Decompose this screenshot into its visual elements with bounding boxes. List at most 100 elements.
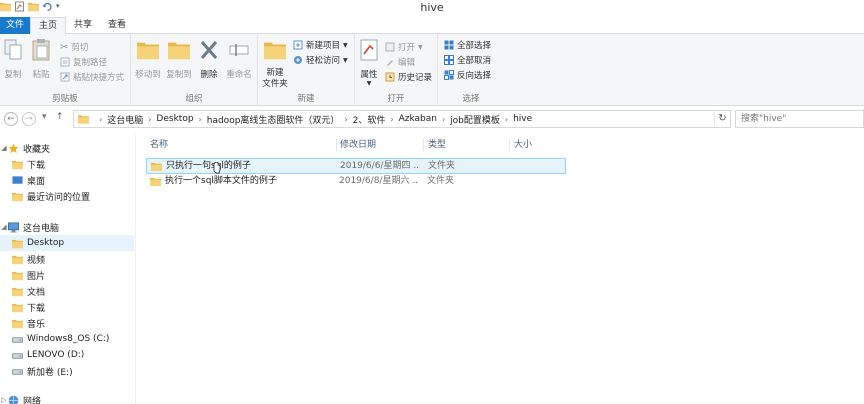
chevron-right-icon: › bbox=[441, 114, 446, 124]
table-row[interactable]: 只执行一句sql的例子 2019/6/6/星期四 ... 文件夹 bbox=[146, 158, 566, 174]
clipboard-group: 复制 粘贴 ✂ 剪切 复制路径 粘贴快捷方式 剪贴板 bbox=[0, 34, 131, 106]
back-button[interactable]: ← bbox=[4, 112, 18, 126]
tab-view[interactable]: 查看 bbox=[100, 17, 134, 34]
desktop-icon bbox=[12, 175, 23, 184]
breadcrumb-hive[interactable]: hive bbox=[513, 114, 532, 124]
paste-shortcut-button[interactable]: 粘贴快捷方式 bbox=[60, 71, 124, 83]
nav-item-drive-d[interactable]: LENOVO (D:) bbox=[0, 347, 134, 363]
breadcrumb-hadoop[interactable]: hadoop离线生态圈软件（双元） bbox=[207, 113, 340, 126]
open-group-label: 打开 bbox=[387, 94, 405, 104]
clipboard-group-label: 剪贴板 bbox=[52, 94, 78, 104]
easy-access-button[interactable]: 轻松访问 ▼ bbox=[293, 54, 348, 66]
folder-icon bbox=[151, 162, 162, 171]
delete-button[interactable]: 删除 bbox=[197, 38, 221, 80]
chevron-down-icon: ◢ bbox=[1, 223, 7, 231]
rename-button[interactable]: 重命名 bbox=[224, 38, 254, 80]
copy-path-icon bbox=[60, 57, 70, 67]
select-none-button[interactable]: 全部取消 bbox=[444, 54, 491, 66]
chevron-right-icon: › bbox=[99, 114, 103, 124]
cut-button[interactable]: ✂ 剪切 bbox=[60, 41, 88, 54]
recent-locations-icon[interactable]: ▾ bbox=[42, 112, 47, 122]
breadcrumb-job-templates[interactable]: job配置模板 bbox=[450, 113, 500, 126]
column-header-name[interactable]: 名称 bbox=[150, 138, 168, 152]
nav-item-downloads-pc[interactable]: 下载 bbox=[0, 299, 134, 315]
column-header-date[interactable]: 修改日期 bbox=[340, 138, 376, 152]
copy-to-button[interactable]: 复制到 bbox=[164, 38, 194, 80]
column-header-size[interactable]: 大小 bbox=[514, 138, 532, 152]
nav-item-downloads[interactable]: 下载 bbox=[0, 156, 134, 172]
download-folder-icon bbox=[12, 159, 23, 170]
chevron-down-icon: ▼ bbox=[366, 80, 372, 87]
refresh-icon[interactable]: ↻ bbox=[714, 111, 730, 127]
column-divider[interactable] bbox=[509, 139, 510, 151]
delete-icon bbox=[200, 41, 218, 59]
new-folder-button[interactable]: 新建 文件夹 bbox=[260, 38, 290, 90]
star-icon bbox=[8, 143, 19, 154]
up-button[interactable]: ↑ bbox=[56, 112, 64, 122]
breadcrumb-software[interactable]: 2、软件 bbox=[353, 113, 386, 126]
folder-icon bbox=[150, 177, 161, 186]
tab-share[interactable]: 共享 bbox=[66, 17, 100, 34]
address-bar[interactable]: › 这台电脑 › Desktop › hadoop离线生态圈软件（双元） › 2… bbox=[73, 110, 731, 128]
open-button[interactable]: 打开 ▼ bbox=[385, 41, 423, 53]
tab-file[interactable]: 文件 bbox=[0, 17, 30, 34]
breadcrumb-this-pc[interactable]: 这台电脑 bbox=[107, 113, 143, 126]
network-icon bbox=[8, 395, 19, 404]
invert-selection-button[interactable]: 反向选择 bbox=[444, 69, 491, 81]
breadcrumb-azkaban[interactable]: Azkaban bbox=[399, 114, 437, 124]
copy-path-button[interactable]: 复制路径 bbox=[60, 56, 107, 68]
breadcrumb-desktop[interactable]: Desktop bbox=[156, 114, 193, 124]
column-divider[interactable] bbox=[336, 139, 337, 151]
organize-group-label: 组织 bbox=[185, 94, 203, 104]
chevron-down-icon: ◢ bbox=[1, 144, 7, 152]
file-name: 只执行一句sql的例子 bbox=[166, 161, 251, 171]
arrow-left-icon: ← bbox=[7, 114, 15, 124]
nav-item-desktop[interactable]: Desktop bbox=[0, 235, 134, 251]
nav-network[interactable]: ▷ 网络 bbox=[0, 392, 134, 404]
documents-folder-icon bbox=[12, 286, 23, 297]
music-folder-icon bbox=[12, 318, 23, 329]
column-header-type[interactable]: 类型 bbox=[428, 138, 446, 152]
nav-item-pictures[interactable]: 图片 bbox=[0, 267, 134, 283]
select-all-button[interactable]: 全部选择 bbox=[444, 39, 491, 51]
move-to-button[interactable]: 移动到 bbox=[133, 38, 163, 80]
history-icon bbox=[385, 72, 395, 82]
new-group-label: 新建 bbox=[297, 94, 315, 104]
table-row[interactable]: 执行一个sql脚本文件的例子 2019/6/8/星期六 ... 文件夹 bbox=[146, 174, 566, 190]
chevron-down-icon: ▼ bbox=[343, 56, 348, 64]
scissors-icon: ✂ bbox=[60, 41, 69, 53]
nav-item-music[interactable]: 音乐 bbox=[0, 315, 134, 331]
new-group: 新建 文件夹 新建项目 ▼ 轻松访问 ▼ 新建 bbox=[258, 34, 355, 106]
nav-item-videos[interactable]: 视频 bbox=[0, 251, 134, 267]
paste-button[interactable]: 粘贴 bbox=[29, 38, 53, 80]
edit-button[interactable]: 编辑 bbox=[385, 56, 415, 68]
chevron-down-icon: ▼ bbox=[418, 43, 423, 51]
select-none-icon bbox=[444, 55, 454, 65]
tab-home[interactable]: 主页 bbox=[30, 17, 67, 35]
invert-selection-icon bbox=[444, 70, 454, 80]
properties-icon bbox=[360, 39, 378, 61]
paste-shortcut-icon bbox=[60, 72, 70, 82]
nav-item-documents[interactable]: 文档 bbox=[0, 283, 134, 299]
nav-item-drive-c[interactable]: Windows8_OS (C:) bbox=[0, 331, 134, 347]
chevron-right-icon: › bbox=[198, 114, 202, 124]
file-name: 执行一个sql脚本文件的例子 bbox=[165, 176, 277, 186]
rename-icon bbox=[229, 44, 249, 56]
nav-item-drive-e[interactable]: 新加卷 (E:) bbox=[0, 363, 134, 379]
forward-button[interactable]: → bbox=[22, 112, 36, 126]
properties-button[interactable]: 属性 ▼ bbox=[358, 38, 380, 87]
copy-button[interactable]: 复制 bbox=[2, 38, 24, 80]
column-divider[interactable] bbox=[423, 139, 424, 151]
nav-item-recent[interactable]: 最近访问的位置 bbox=[0, 188, 134, 204]
nav-favorites[interactable]: ◢ 收藏夹 bbox=[0, 140, 134, 156]
file-type: 文件夹 bbox=[428, 161, 456, 171]
new-item-button[interactable]: 新建项目 ▼ bbox=[293, 39, 348, 51]
file-type: 文件夹 bbox=[427, 176, 455, 186]
download-folder-icon bbox=[12, 302, 23, 313]
title-bar: ▾ hive bbox=[0, 0, 864, 16]
file-date: 2019/6/8/星期六 ... bbox=[339, 176, 419, 186]
search-input[interactable] bbox=[735, 110, 864, 128]
nav-item-desktop-fav[interactable]: 桌面 bbox=[0, 172, 134, 188]
nav-this-pc[interactable]: ◢ 这台电脑 bbox=[0, 219, 134, 235]
history-button[interactable]: 历史记录 bbox=[385, 71, 432, 83]
